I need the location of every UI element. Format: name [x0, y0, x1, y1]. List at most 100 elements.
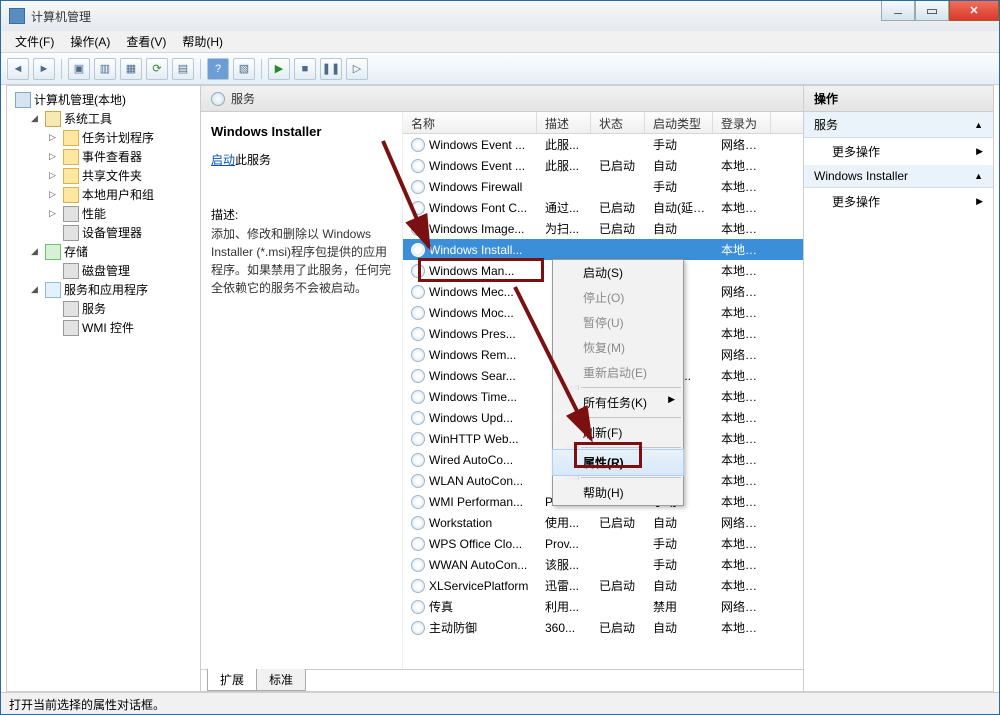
- service-row[interactable]: Windows Image...为扫...已启动自动本地服务: [403, 218, 803, 239]
- ctx-start[interactable]: 启动(S): [553, 260, 683, 285]
- up-button[interactable]: ▣: [68, 58, 90, 80]
- tool-button[interactable]: ▧: [233, 58, 255, 80]
- service-icon: [411, 474, 425, 488]
- toolbar: ◄ ► ▣ ▥ ▦ ⟳ ▤ ? ▧ ▶ ■ ❚❚ ▷: [1, 53, 999, 85]
- col-status[interactable]: 状态: [591, 112, 645, 133]
- wmi-icon: [63, 320, 79, 336]
- start-service-link[interactable]: 启动: [211, 151, 235, 168]
- window-title: 计算机管理: [31, 8, 91, 25]
- menu-action[interactable]: 操作(A): [62, 31, 118, 52]
- ctx-refresh[interactable]: 刷新(F): [553, 420, 683, 445]
- service-icon: [411, 159, 425, 173]
- refresh-button[interactable]: ⟳: [146, 58, 168, 80]
- service-row[interactable]: WWAN AutoCon...该服...手动本地服务: [403, 554, 803, 575]
- event-icon: [63, 149, 79, 165]
- service-row[interactable]: Windows Event ...此服...手动网络服务: [403, 134, 803, 155]
- tree-localusers[interactable]: ▷本地用户和组: [9, 185, 198, 204]
- play-button[interactable]: ▶: [268, 58, 290, 80]
- center-pane: 服务 Windows Installer 启动此服务 描述: 添加、修改和删除以…: [201, 85, 804, 692]
- ctx-alltasks[interactable]: 所有任务(K)▶: [553, 390, 683, 415]
- collapse-icon: ▷: [49, 151, 60, 162]
- expand-icon: ◢: [31, 246, 42, 257]
- service-row[interactable]: Workstation使用...已启动自动网络服务: [403, 512, 803, 533]
- service-row[interactable]: Windows Install...本地系统: [403, 239, 803, 260]
- help-button[interactable]: ?: [207, 58, 229, 80]
- service-icon: [411, 579, 425, 593]
- tree-storage[interactable]: ◢存储: [9, 242, 198, 261]
- services-icon: [63, 301, 79, 317]
- stop-button[interactable]: ■: [294, 58, 316, 80]
- tab-extended[interactable]: 扩展: [207, 669, 257, 691]
- actions-more-services[interactable]: 更多操作▶: [804, 138, 993, 165]
- forward-button[interactable]: ►: [33, 58, 55, 80]
- actions-pane: 操作 服务▲ 更多操作▶ Windows Installer▲ 更多操作▶: [804, 85, 994, 692]
- service-icon: [411, 306, 425, 320]
- submenu-arrow-icon: ▶: [668, 394, 675, 405]
- maximize-button[interactable]: [915, 1, 949, 21]
- collapse-icon: ▷: [49, 208, 60, 219]
- service-row[interactable]: WPS Office Clo...Prov...手动本地系统: [403, 533, 803, 554]
- service-icon: [411, 222, 425, 236]
- tools-icon: [45, 111, 61, 127]
- service-row[interactable]: 主动防御360...已启动自动本地系统: [403, 617, 803, 638]
- titlebar: 计算机管理: [1, 1, 999, 31]
- app-icon: [9, 8, 25, 24]
- tabs-bar: 扩展 标准: [201, 669, 803, 691]
- service-row[interactable]: Windows Event ...此服...已启动自动本地服务: [403, 155, 803, 176]
- storage-icon: [45, 244, 61, 260]
- tree-svcapps[interactable]: ◢服务和应用程序: [9, 280, 198, 299]
- actions-section-installer[interactable]: Windows Installer▲: [804, 165, 993, 188]
- tree-services[interactable]: 服务: [9, 299, 198, 318]
- menu-view[interactable]: 查看(V): [118, 31, 174, 52]
- menu-file[interactable]: 文件(F): [7, 31, 62, 52]
- col-type[interactable]: 启动类型: [645, 112, 713, 133]
- tree-perf[interactable]: ▷性能: [9, 204, 198, 223]
- step-button[interactable]: ▷: [346, 58, 368, 80]
- tree-systools[interactable]: ◢系统工具: [9, 109, 198, 128]
- menubar: 文件(F) 操作(A) 查看(V) 帮助(H): [1, 31, 999, 53]
- tree-wmi[interactable]: WMI 控件: [9, 318, 198, 337]
- minimize-button[interactable]: [881, 1, 915, 21]
- tab-standard[interactable]: 标准: [256, 669, 306, 691]
- service-icon: [411, 285, 425, 299]
- service-row[interactable]: Windows Firewall手动本地服务: [403, 176, 803, 197]
- properties-button[interactable]: ▤: [172, 58, 194, 80]
- service-icon: [411, 558, 425, 572]
- col-desc[interactable]: 描述: [537, 112, 591, 133]
- show-hide-tree-button[interactable]: ▥: [94, 58, 116, 80]
- actions-more-installer[interactable]: 更多操作▶: [804, 188, 993, 215]
- service-icon: [411, 201, 425, 215]
- ctx-restart: 重新启动(E): [553, 360, 683, 385]
- close-button[interactable]: [949, 1, 999, 21]
- status-text: 打开当前选择的属性对话框。: [9, 698, 165, 712]
- export-button[interactable]: ▦: [120, 58, 142, 80]
- tree-tasksched[interactable]: ▷任务计划程序: [9, 128, 198, 147]
- disk-icon: [63, 263, 79, 279]
- service-row[interactable]: XLServicePlatform迅雷...已启动自动本地系统: [403, 575, 803, 596]
- service-row[interactable]: Windows Font C...通过...已启动自动(延迟...本地服务: [403, 197, 803, 218]
- ctx-stop: 停止(O): [553, 285, 683, 310]
- tree-devmgr[interactable]: 设备管理器: [9, 223, 198, 242]
- tree-shared[interactable]: ▷共享文件夹: [9, 166, 198, 185]
- users-icon: [63, 187, 79, 203]
- menu-help[interactable]: 帮助(H): [174, 31, 231, 52]
- tree-root[interactable]: 计算机管理(本地): [9, 90, 198, 109]
- collapse-icon: ▲: [974, 171, 983, 181]
- back-button[interactable]: ◄: [7, 58, 29, 80]
- collapse-icon: ▷: [49, 189, 60, 200]
- service-row[interactable]: 传真利用...禁用网络服务: [403, 596, 803, 617]
- tree-diskmgmt[interactable]: 磁盘管理: [9, 261, 198, 280]
- col-name[interactable]: 名称: [403, 112, 537, 133]
- ctx-pause: 暂停(U): [553, 310, 683, 335]
- col-login[interactable]: 登录为: [713, 112, 771, 133]
- submenu-icon: ▶: [976, 196, 983, 207]
- collapse-icon: ▲: [974, 120, 983, 130]
- tree-eventviewer[interactable]: ▷事件查看器: [9, 147, 198, 166]
- ctx-help[interactable]: 帮助(H): [553, 480, 683, 505]
- service-icon: [411, 390, 425, 404]
- pause-button[interactable]: ❚❚: [320, 58, 342, 80]
- service-icon: [411, 348, 425, 362]
- share-icon: [63, 168, 79, 184]
- actions-section-services[interactable]: 服务▲: [804, 112, 993, 138]
- ctx-properties[interactable]: 属性(R): [552, 449, 684, 476]
